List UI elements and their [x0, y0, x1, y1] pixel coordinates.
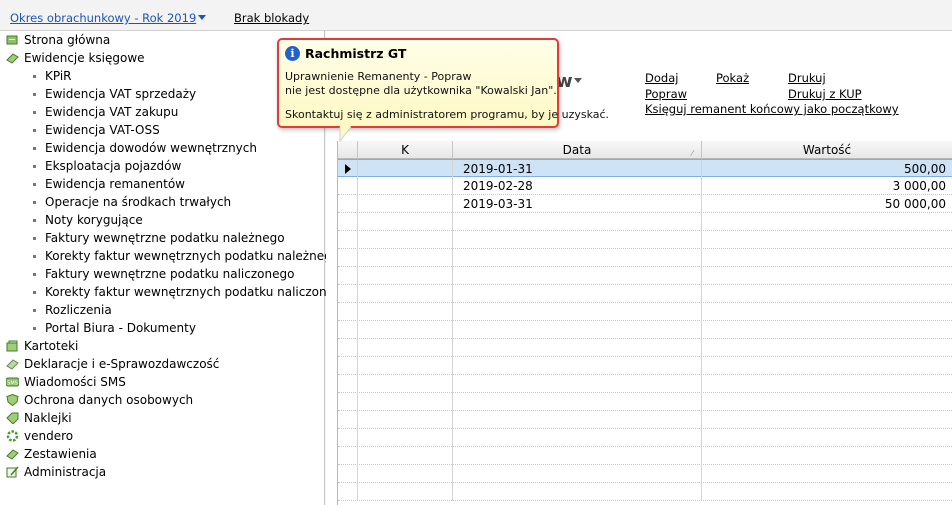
- edit-link[interactable]: Popraw: [645, 87, 687, 101]
- empty-row: [338, 267, 952, 285]
- books-icon: [6, 53, 19, 64]
- cards-icon: [6, 340, 18, 352]
- empty-row: [338, 375, 952, 393]
- reports-icon: [6, 449, 19, 460]
- header-k[interactable]: K: [358, 141, 453, 159]
- period-label: Okres obrachunkowy - Rok 2019: [10, 11, 197, 25]
- show-link[interactable]: Pokaż: [716, 71, 749, 85]
- empty-row: [338, 339, 952, 357]
- declaration-icon: [6, 359, 19, 370]
- chevron-down-icon[interactable]: [573, 78, 582, 83]
- lock-status-link[interactable]: Brak blokady: [234, 11, 309, 25]
- sms-icon: SMS: [6, 377, 19, 387]
- empty-row: [338, 447, 952, 465]
- current-row-icon: [345, 164, 351, 174]
- tooltip-tail: [339, 126, 352, 142]
- header-value[interactable]: Wartość: [702, 141, 952, 159]
- header-indicator: [338, 141, 358, 159]
- empty-row: [338, 321, 952, 339]
- empty-row: [338, 465, 952, 483]
- empty-row: [338, 429, 952, 447]
- post-remnant-link[interactable]: Księguj remanent końcowy jako początkowy: [645, 102, 899, 116]
- empty-row: [338, 393, 952, 411]
- tooltip-line-2: nie jest dostępne dla użytkownika "Kowal…: [285, 84, 557, 97]
- tooltip-title: Rachmistrz GT: [305, 46, 407, 61]
- tooltip-line-1: Uprawnienie Remanenty - Popraw: [285, 70, 472, 83]
- home-icon: [6, 35, 18, 45]
- table-row[interactable]: 2019-03-31 50 000,00: [338, 195, 952, 213]
- empty-row: [338, 213, 952, 231]
- table-row[interactable]: 2019-01-31 500,00: [338, 159, 952, 178]
- page-title: w: [556, 71, 582, 92]
- shield-icon: [6, 394, 19, 406]
- vendero-icon: [6, 430, 19, 442]
- remnants-grid: K Data ⁄ Wartość 2019-01-31 500,00 2019-0…: [337, 141, 952, 505]
- info-icon: i: [285, 46, 300, 61]
- empty-row: [338, 357, 952, 375]
- permission-tooltip: i Rachmistrz GT Uprawnienie Remanenty - …: [277, 38, 609, 128]
- print-kup-link[interactable]: Drukuj z KUP: [788, 87, 862, 101]
- period-selector[interactable]: Okres obrachunkowy - Rok 2019: [10, 11, 207, 25]
- admin-icon: [6, 466, 19, 478]
- empty-row: [338, 285, 952, 303]
- chevron-down-icon: [198, 15, 207, 20]
- header-date[interactable]: Data ⁄: [453, 141, 702, 159]
- print-link[interactable]: Drukuj: [788, 71, 826, 85]
- labels-icon: [6, 412, 19, 424]
- table-row[interactable]: 2019-02-28 3 000,00: [338, 177, 952, 195]
- tooltip-line-3: Skontaktuj się z administratorem program…: [285, 108, 610, 121]
- empty-row: [338, 483, 952, 501]
- empty-row: [338, 411, 952, 429]
- empty-row: [338, 249, 952, 267]
- add-link[interactable]: Dodaj: [645, 71, 678, 85]
- empty-row: [338, 231, 952, 249]
- grid-header: K Data ⁄ Wartość: [338, 141, 952, 159]
- svg-text:SMS: SMS: [7, 381, 18, 387]
- empty-row: [338, 303, 952, 321]
- top-bar: Okres obrachunkowy - Rok 2019 Brak bloka…: [0, 0, 952, 31]
